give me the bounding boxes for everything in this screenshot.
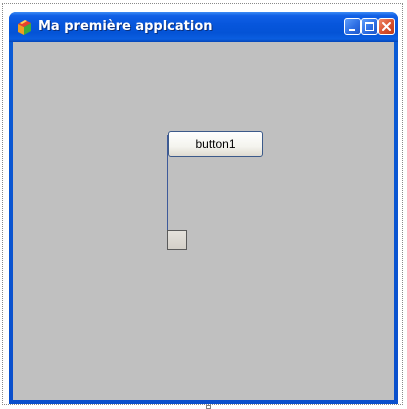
close-button[interactable]	[378, 18, 395, 35]
maximize-icon	[365, 22, 374, 31]
minimize-button[interactable]	[344, 18, 361, 35]
minimize-icon	[349, 29, 355, 31]
window-title: Ma première applcation	[38, 19, 213, 34]
maximize-button[interactable]	[361, 18, 378, 35]
checkbox[interactable]	[167, 230, 187, 250]
title-bar[interactable]: Ma première applcation	[9, 12, 398, 42]
close-icon	[382, 22, 391, 31]
resize-handle[interactable]	[206, 405, 211, 409]
application-icon	[16, 19, 33, 36]
form-client-area: button1	[13, 42, 394, 400]
button1[interactable]: button1	[168, 131, 263, 157]
application-window: Ma première applcation button1	[9, 12, 398, 404]
